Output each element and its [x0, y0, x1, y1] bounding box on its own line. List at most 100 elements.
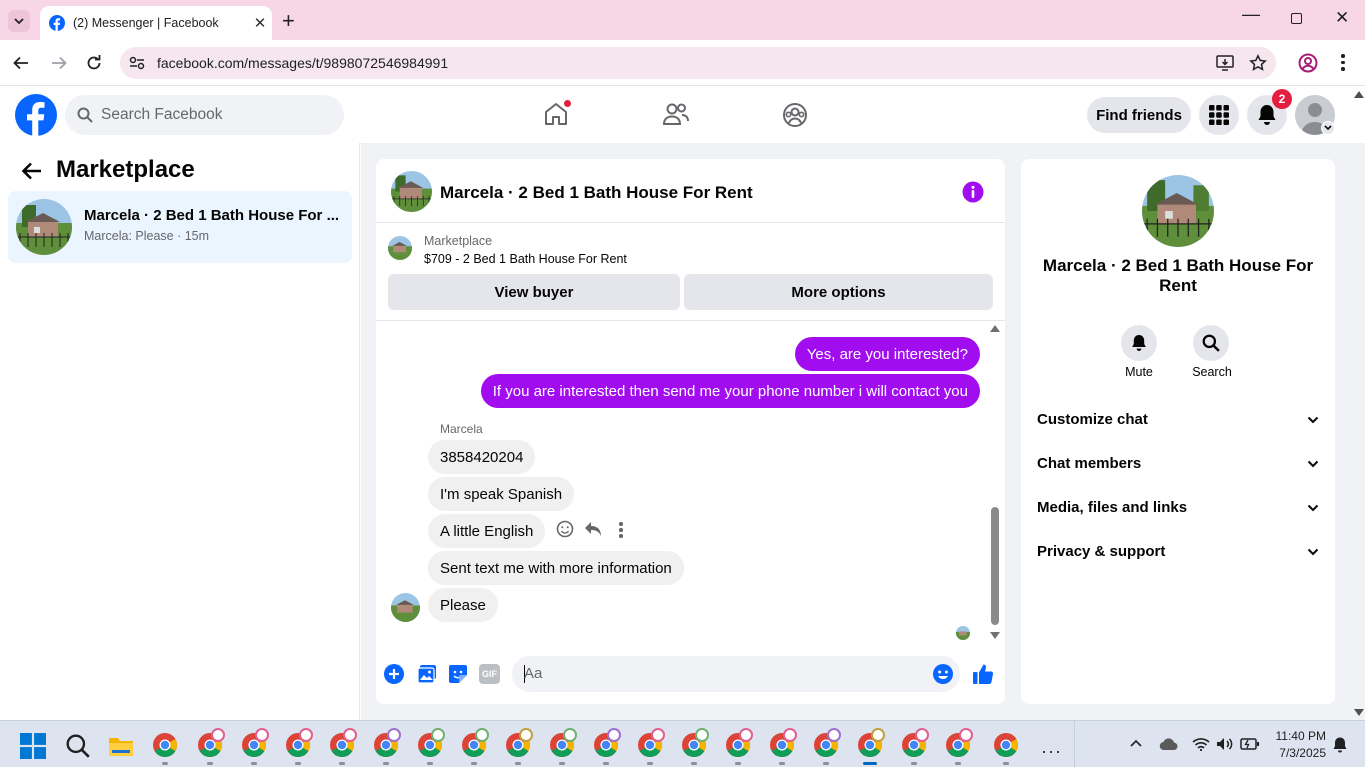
bookmark-star-icon[interactable] [1249, 54, 1267, 72]
scrollbar-down-arrow[interactable] [990, 632, 1000, 639]
scrollbar-up-arrow[interactable] [990, 325, 1000, 332]
info-icon[interactable] [962, 181, 984, 203]
chat-avatar[interactable] [391, 171, 432, 212]
gif-button[interactable]: GIF [479, 664, 500, 684]
reload-icon[interactable] [85, 54, 103, 72]
view-buyer-button[interactable]: View buyer [388, 274, 680, 310]
page-title: Marketplace [56, 156, 195, 183]
conversation-preview: Marcela: Please · 15m [84, 229, 210, 243]
wifi-icon[interactable] [1192, 737, 1210, 751]
site-info-icon[interactable] [129, 56, 145, 70]
volume-icon[interactable] [1216, 737, 1234, 751]
app-grid-icon [1209, 105, 1229, 125]
message-input-placeholder: Aa [524, 665, 543, 682]
react-emoji-icon[interactable] [556, 520, 574, 538]
account-chevron-icon[interactable] [1321, 121, 1335, 135]
taskbar-overflow-icon[interactable]: ··· [1041, 741, 1062, 762]
taskbar-chrome-window[interactable] [993, 732, 1019, 758]
message-incoming[interactable]: A little English [428, 514, 546, 548]
profile-badge-icon [607, 728, 621, 742]
taskbar-running-indicator [691, 762, 697, 765]
mute-button[interactable] [1121, 325, 1161, 361]
browser-menu-icon[interactable] [1341, 54, 1345, 71]
chat-scrollbar-thumb[interactable] [991, 507, 999, 625]
chat-title[interactable]: Marcela · 2 Bed 1 Bath House For Rent [440, 183, 753, 203]
browser-tab[interactable]: (2) Messenger | Facebook ✕ [40, 6, 272, 40]
section-label: Media, files and links [1037, 499, 1188, 516]
taskbar-time[interactable]: 11:40 PM [1270, 729, 1326, 743]
profile-badge-icon [475, 728, 489, 742]
message-incoming[interactable]: Please [428, 588, 498, 622]
reply-icon[interactable] [584, 521, 602, 537]
new-tab-button[interactable]: + [282, 8, 295, 34]
thumbs-up-icon[interactable] [972, 663, 994, 685]
taskbar-date[interactable]: 7/3/2025 [1270, 746, 1326, 760]
page-scroll-up-arrow[interactable] [1354, 91, 1364, 98]
address-bar[interactable]: facebook.com/messages/t/9898072546984991 [120, 47, 1276, 79]
conversation-list-pane: Marketplace Marcela · 2 Bed 1 Bath House… [0, 143, 360, 720]
onedrive-cloud-icon[interactable] [1159, 737, 1179, 751]
message-incoming[interactable]: I'm speak Spanish [428, 477, 575, 511]
windows-start-icon[interactable] [20, 733, 46, 759]
battery-icon[interactable] [1240, 737, 1260, 751]
emoji-icon[interactable] [932, 663, 954, 685]
chevron-up-icon[interactable] [1130, 739, 1142, 747]
profile-badge-icon [255, 728, 269, 742]
groups-icon[interactable] [782, 102, 808, 128]
search-placeholder: Search Facebook [101, 106, 223, 123]
section-privacy-support[interactable]: Privacy & support [1037, 543, 1319, 560]
friends-icon[interactable] [663, 102, 689, 126]
plus-circle-icon[interactable] [384, 664, 404, 684]
taskbar-running-indicator [515, 762, 521, 765]
taskbar-running-indicator [779, 762, 785, 765]
conversation-name: Marcela · 2 Bed 1 Bath House For ... [84, 207, 340, 224]
section-chat-members[interactable]: Chat members [1037, 455, 1319, 472]
taskbar-running-indicator [735, 762, 741, 765]
message-outgoing[interactable]: If you are interested then send me your … [480, 374, 980, 408]
back-arrow-icon[interactable] [12, 54, 30, 72]
facebook-logo-icon[interactable] [15, 94, 57, 136]
photo-icon[interactable] [417, 664, 437, 684]
details-avatar[interactable] [1142, 175, 1214, 247]
message-incoming[interactable]: 3858420204 [428, 440, 536, 474]
menu-button[interactable] [1199, 95, 1239, 135]
notification-center-icon[interactable] [1331, 736, 1349, 754]
taskbar-chrome-window[interactable] [152, 732, 178, 758]
page-scroll-down-arrow[interactable] [1354, 709, 1364, 716]
listing-text[interactable]: $709 - 2 Bed 1 Bath House For Rent [424, 252, 627, 266]
back-arrow-icon[interactable] [21, 161, 43, 181]
facebook-search-input[interactable]: Search Facebook [65, 95, 344, 135]
chevron-down-icon [1307, 416, 1319, 423]
conversation-list-item[interactable]: Marcela · 2 Bed 1 Bath House For ... Mar… [8, 191, 352, 263]
sticker-icon[interactable] [448, 664, 468, 684]
facebook-favicon-icon [49, 15, 65, 31]
tab-close-icon[interactable]: ✕ [248, 14, 272, 32]
file-explorer-icon[interactable] [108, 733, 134, 759]
taskbar-running-indicator [603, 762, 609, 765]
more-options-button[interactable]: More options [684, 274, 993, 310]
find-friends-button[interactable]: Find friends [1087, 97, 1191, 133]
search-icon [1202, 334, 1220, 352]
section-customize-chat[interactable]: Customize chat [1037, 411, 1319, 428]
search-icon [77, 107, 93, 123]
tab-search-button[interactable] [8, 10, 30, 32]
minimize-button[interactable]: — [1242, 4, 1260, 25]
taskbar-running-indicator [559, 762, 565, 765]
close-window-button[interactable]: ✕ [1335, 8, 1349, 28]
search-icon[interactable] [65, 733, 91, 759]
section-label: Chat members [1037, 455, 1142, 472]
details-name: Marcela · 2 Bed 1 Bath House For Rent [1042, 256, 1314, 295]
section-media-files-links[interactable]: Media, files and links [1037, 499, 1319, 516]
install-app-icon[interactable] [1216, 55, 1234, 71]
message-outgoing[interactable]: Yes, are you interested? [794, 337, 980, 371]
profile-badge-icon [871, 728, 885, 742]
more-actions-icon[interactable] [619, 522, 623, 538]
message-incoming[interactable]: Sent text me with more information [428, 551, 684, 585]
forward-arrow-icon[interactable] [50, 54, 68, 72]
taskbar-running-indicator [823, 762, 829, 765]
search-conversation-button[interactable] [1193, 325, 1229, 361]
taskbar-running-indicator [1003, 762, 1009, 765]
restore-button[interactable] [1291, 13, 1302, 24]
profile-icon[interactable] [1298, 53, 1318, 73]
message-input[interactable]: Aa [512, 656, 960, 692]
